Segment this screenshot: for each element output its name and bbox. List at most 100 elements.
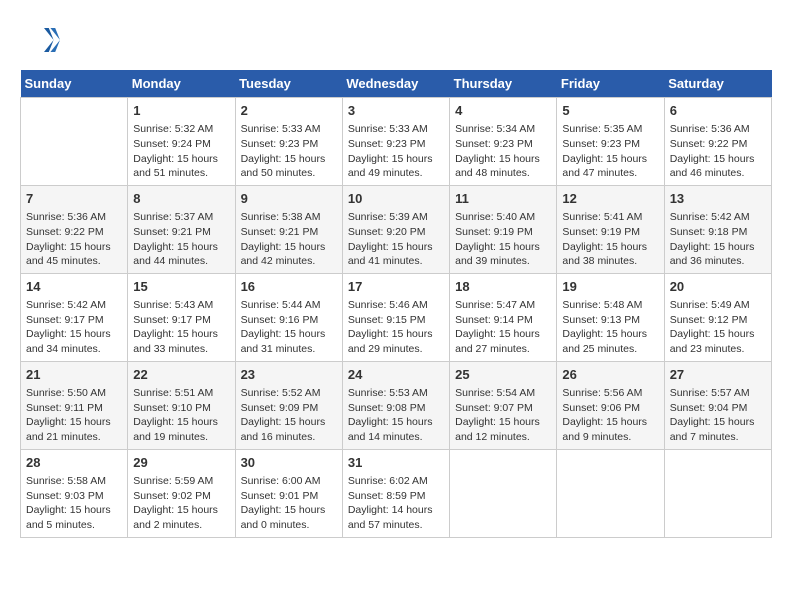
day-info: Sunrise: 6:02 AM Sunset: 8:59 PM Dayligh… xyxy=(348,474,444,533)
weekday-header-sunday: Sunday xyxy=(21,70,128,98)
calendar-week-row: 14Sunrise: 5:42 AM Sunset: 9:17 PM Dayli… xyxy=(21,273,772,361)
day-number: 17 xyxy=(348,278,444,296)
day-number: 21 xyxy=(26,366,122,384)
weekday-header-friday: Friday xyxy=(557,70,664,98)
day-number: 25 xyxy=(455,366,551,384)
calendar-cell: 21 Sunrise: 5:50 AM Sunset: 9:11 PM Dayli… xyxy=(21,361,128,449)
weekday-header-thursday: Thursday xyxy=(450,70,557,98)
day-number: 23 xyxy=(241,366,337,384)
day-info: Sunrise: 5:41 AM Sunset: 9:19 PM Dayligh… xyxy=(562,210,658,269)
day-info: Sunrise: 5:53 AM Sunset: 9:08 PM Dayligh… xyxy=(348,386,444,445)
day-number: 11 xyxy=(455,190,551,208)
calendar-cell: 11Sunrise: 5:40 AM Sunset: 9:19 PM Dayli… xyxy=(450,185,557,273)
calendar-cell: 22Sunrise: 5:51 AM Sunset: 9:10 PM Dayli… xyxy=(128,361,235,449)
day-info: Sunrise: 5:35 AM Sunset: 9:23 PM Dayligh… xyxy=(562,122,658,181)
day-info: Sunrise: 5:50 AM Sunset: 9:11 PM Dayligh… xyxy=(26,386,122,445)
calendar-table: SundayMondayTuesdayWednesdayThursdayFrid… xyxy=(20,70,772,538)
calendar-cell: 5 Sunrise: 5:35 AM Sunset: 9:23 PM Daylig… xyxy=(557,98,664,186)
day-number: 12 xyxy=(562,190,658,208)
weekday-header-tuesday: Tuesday xyxy=(235,70,342,98)
calendar-cell: 1 Sunrise: 5:32 AM Sunset: 9:24 PM Daylig… xyxy=(128,98,235,186)
calendar-cell: 25Sunrise: 5:54 AM Sunset: 9:07 PM Dayli… xyxy=(450,361,557,449)
day-info: Sunrise: 5:34 AM Sunset: 9:23 PM Dayligh… xyxy=(455,122,551,181)
calendar-cell: 3 Sunrise: 5:33 AM Sunset: 9:23 PM Daylig… xyxy=(342,98,449,186)
calendar-cell: 30 Sunrise: 6:00 AM Sunset: 9:01 PM Dayli… xyxy=(235,449,342,537)
day-info: Sunrise: 5:57 AM Sunset: 9:04 PM Dayligh… xyxy=(670,386,766,445)
calendar-cell: 10 Sunrise: 5:39 AM Sunset: 9:20 PM Dayli… xyxy=(342,185,449,273)
calendar-cell xyxy=(450,449,557,537)
logo xyxy=(20,20,64,60)
day-number: 28 xyxy=(26,454,122,472)
day-info: Sunrise: 5:56 AM Sunset: 9:06 PM Dayligh… xyxy=(562,386,658,445)
calendar-cell: 29 Sunrise: 5:59 AM Sunset: 9:02 PM Dayli… xyxy=(128,449,235,537)
day-info: Sunrise: 5:43 AM Sunset: 9:17 PM Dayligh… xyxy=(133,298,229,357)
day-info: Sunrise: 5:48 AM Sunset: 9:13 PM Dayligh… xyxy=(562,298,658,357)
calendar-cell: 27 Sunrise: 5:57 AM Sunset: 9:04 PM Dayli… xyxy=(664,361,771,449)
calendar-cell xyxy=(664,449,771,537)
day-info: Sunrise: 6:00 AM Sunset: 9:01 PM Dayligh… xyxy=(241,474,337,533)
day-number: 13 xyxy=(670,190,766,208)
day-info: Sunrise: 5:58 AM Sunset: 9:03 PM Dayligh… xyxy=(26,474,122,533)
day-info: Sunrise: 5:46 AM Sunset: 9:15 PM Dayligh… xyxy=(348,298,444,357)
calendar-cell: 2 Sunrise: 5:33 AM Sunset: 9:23 PM Daylig… xyxy=(235,98,342,186)
day-info: Sunrise: 5:37 AM Sunset: 9:21 PM Dayligh… xyxy=(133,210,229,269)
calendar-week-row: 7 Sunrise: 5:36 AM Sunset: 9:22 PM Daylig… xyxy=(21,185,772,273)
calendar-cell: 28 Sunrise: 5:58 AM Sunset: 9:03 PM Dayli… xyxy=(21,449,128,537)
day-number: 18 xyxy=(455,278,551,296)
day-info: Sunrise: 5:42 AM Sunset: 9:18 PM Dayligh… xyxy=(670,210,766,269)
day-info: Sunrise: 5:39 AM Sunset: 9:20 PM Dayligh… xyxy=(348,210,444,269)
calendar-cell: 26 Sunrise: 5:56 AM Sunset: 9:06 PM Dayli… xyxy=(557,361,664,449)
day-number: 19 xyxy=(562,278,658,296)
day-number: 15 xyxy=(133,278,229,296)
calendar-week-row: 28 Sunrise: 5:58 AM Sunset: 9:03 PM Dayli… xyxy=(21,449,772,537)
calendar-week-row: 1 Sunrise: 5:32 AM Sunset: 9:24 PM Daylig… xyxy=(21,98,772,186)
calendar-cell: 8 Sunrise: 5:37 AM Sunset: 9:21 PM Daylig… xyxy=(128,185,235,273)
day-info: Sunrise: 5:59 AM Sunset: 9:02 PM Dayligh… xyxy=(133,474,229,533)
weekday-header-row: SundayMondayTuesdayWednesdayThursdayFrid… xyxy=(21,70,772,98)
page-header xyxy=(20,20,772,60)
day-number: 14 xyxy=(26,278,122,296)
calendar-week-row: 21 Sunrise: 5:50 AM Sunset: 9:11 PM Dayli… xyxy=(21,361,772,449)
day-number: 26 xyxy=(562,366,658,384)
weekday-header-wednesday: Wednesday xyxy=(342,70,449,98)
calendar-cell: 20 Sunrise: 5:49 AM Sunset: 9:12 PM Dayli… xyxy=(664,273,771,361)
calendar-cell: 24Sunrise: 5:53 AM Sunset: 9:08 PM Dayli… xyxy=(342,361,449,449)
calendar-cell: 31 Sunrise: 6:02 AM Sunset: 8:59 PM Dayli… xyxy=(342,449,449,537)
day-info: Sunrise: 5:33 AM Sunset: 9:23 PM Dayligh… xyxy=(241,122,337,181)
day-number: 2 xyxy=(241,102,337,120)
day-number: 20 xyxy=(670,278,766,296)
day-number: 30 xyxy=(241,454,337,472)
day-number: 27 xyxy=(670,366,766,384)
calendar-cell: 17 Sunrise: 5:46 AM Sunset: 9:15 PM Dayli… xyxy=(342,273,449,361)
calendar-cell: 19 Sunrise: 5:48 AM Sunset: 9:13 PM Dayli… xyxy=(557,273,664,361)
day-number: 29 xyxy=(133,454,229,472)
day-number: 3 xyxy=(348,102,444,120)
calendar-cell: 15 Sunrise: 5:43 AM Sunset: 9:17 PM Dayli… xyxy=(128,273,235,361)
day-number: 6 xyxy=(670,102,766,120)
calendar-cell: 16Sunrise: 5:44 AM Sunset: 9:16 PM Dayli… xyxy=(235,273,342,361)
day-number: 1 xyxy=(133,102,229,120)
day-number: 4 xyxy=(455,102,551,120)
day-number: 10 xyxy=(348,190,444,208)
day-info: Sunrise: 5:38 AM Sunset: 9:21 PM Dayligh… xyxy=(241,210,337,269)
day-info: Sunrise: 5:33 AM Sunset: 9:23 PM Dayligh… xyxy=(348,122,444,181)
calendar-cell: 13 Sunrise: 5:42 AM Sunset: 9:18 PM Dayli… xyxy=(664,185,771,273)
day-number: 8 xyxy=(133,190,229,208)
day-info: Sunrise: 5:32 AM Sunset: 9:24 PM Dayligh… xyxy=(133,122,229,181)
weekday-header-saturday: Saturday xyxy=(664,70,771,98)
day-number: 5 xyxy=(562,102,658,120)
day-number: 31 xyxy=(348,454,444,472)
calendar-cell: 23 Sunrise: 5:52 AM Sunset: 9:09 PM Dayli… xyxy=(235,361,342,449)
calendar-cell: 9Sunrise: 5:38 AM Sunset: 9:21 PM Daylig… xyxy=(235,185,342,273)
calendar-cell: 6Sunrise: 5:36 AM Sunset: 9:22 PM Daylig… xyxy=(664,98,771,186)
day-info: Sunrise: 5:44 AM Sunset: 9:16 PM Dayligh… xyxy=(241,298,337,357)
calendar-cell xyxy=(557,449,664,537)
calendar-cell: 18Sunrise: 5:47 AM Sunset: 9:14 PM Dayli… xyxy=(450,273,557,361)
day-number: 7 xyxy=(26,190,122,208)
calendar-cell: 14Sunrise: 5:42 AM Sunset: 9:17 PM Dayli… xyxy=(21,273,128,361)
day-info: Sunrise: 5:52 AM Sunset: 9:09 PM Dayligh… xyxy=(241,386,337,445)
calendar-cell: 12 Sunrise: 5:41 AM Sunset: 9:19 PM Dayli… xyxy=(557,185,664,273)
day-info: Sunrise: 5:49 AM Sunset: 9:12 PM Dayligh… xyxy=(670,298,766,357)
calendar-cell xyxy=(21,98,128,186)
day-info: Sunrise: 5:36 AM Sunset: 9:22 PM Dayligh… xyxy=(26,210,122,269)
